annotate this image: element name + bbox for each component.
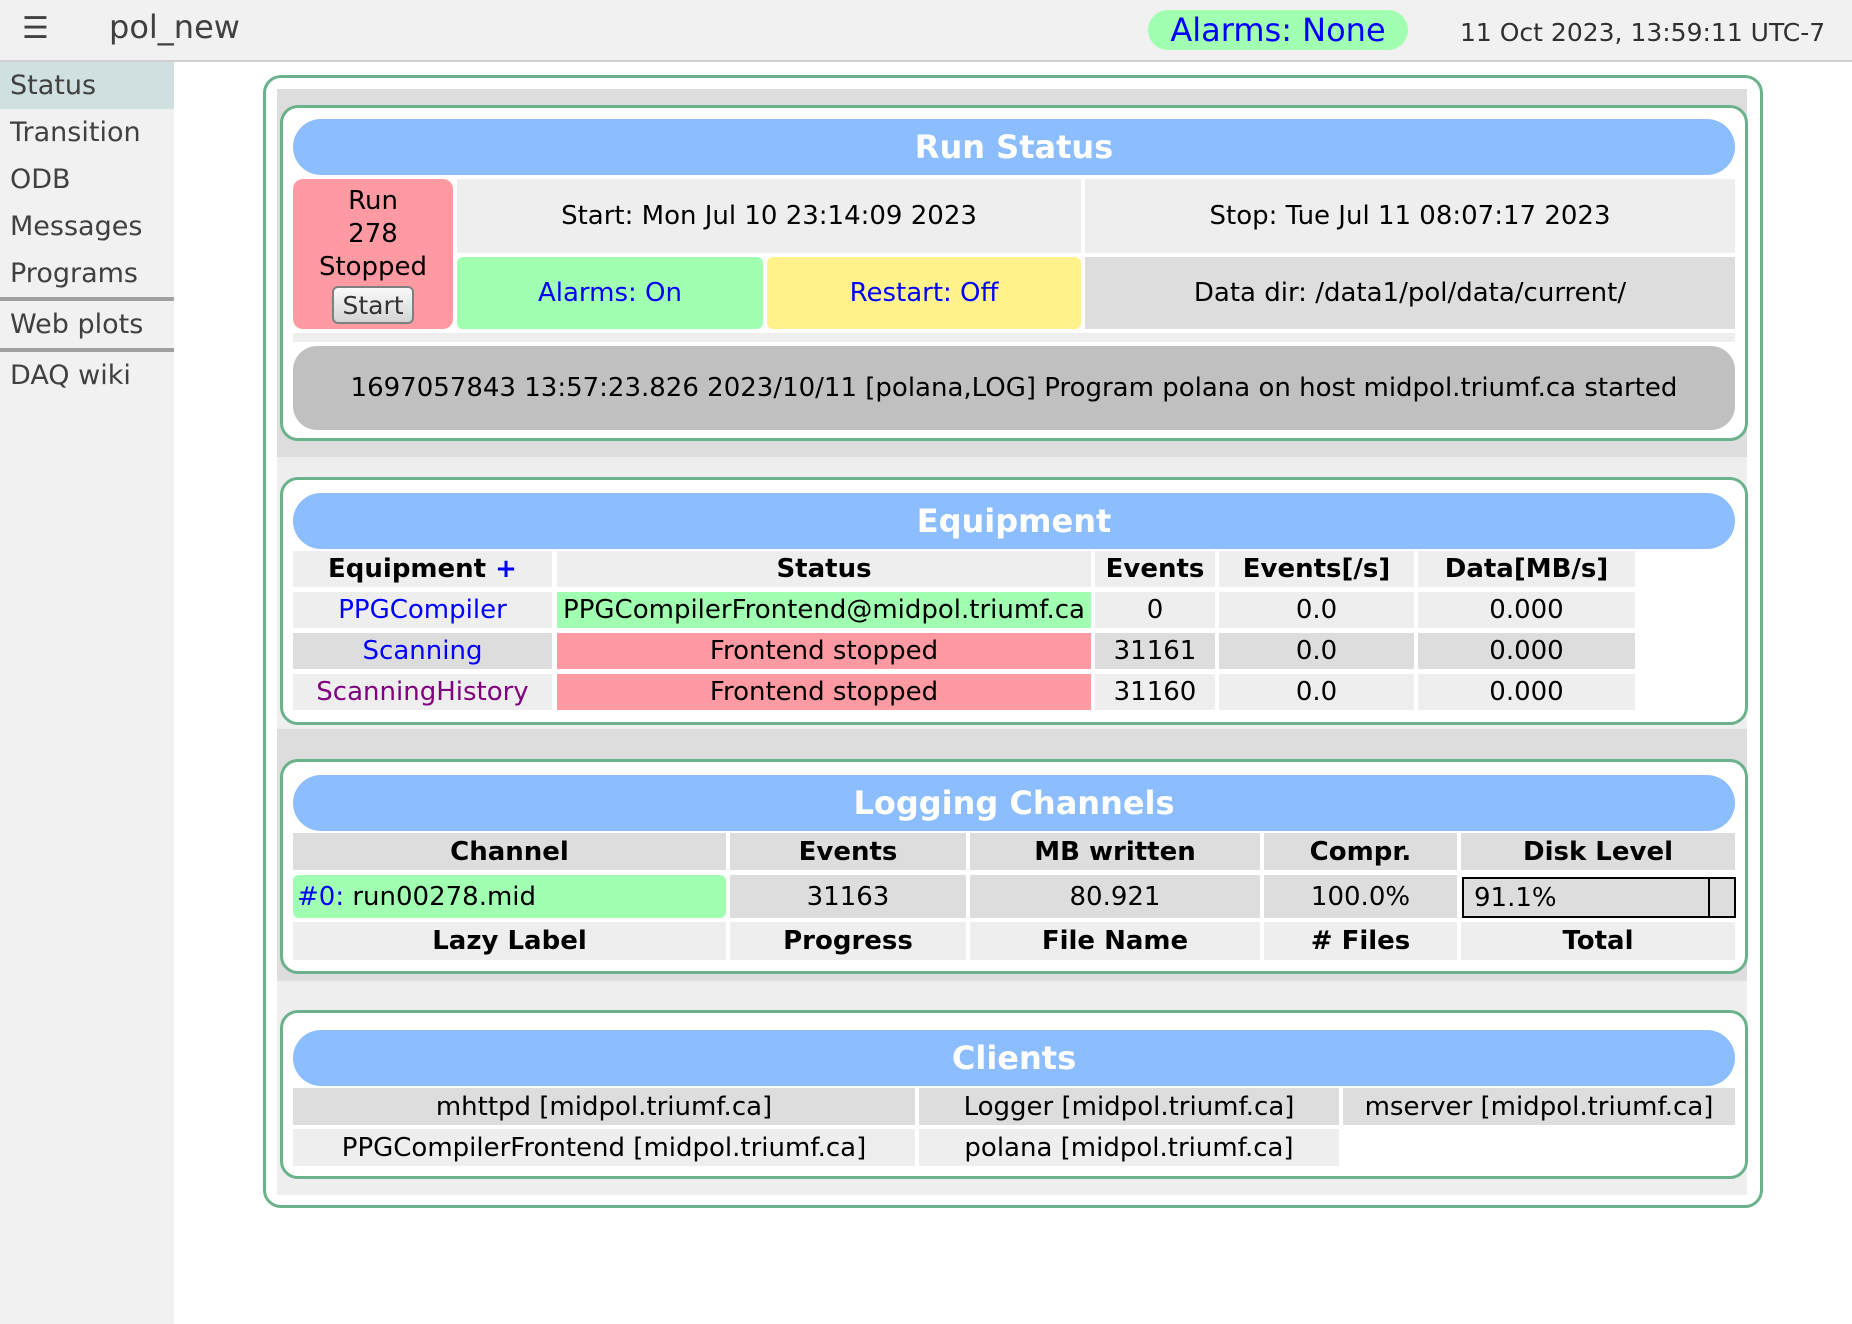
run-number: 278 — [348, 218, 398, 249]
sidebar-item-transition[interactable]: Transition — [0, 109, 174, 156]
run-start-time: Start: Mon Jul 10 23:14:09 2023 — [457, 179, 1081, 253]
channel-compression: 100.0% — [1264, 875, 1457, 918]
alarms-badge[interactable]: Alarms: None — [1148, 10, 1408, 50]
clients-title: Clients — [293, 1030, 1735, 1086]
client-item: mhttpd [midpol.triumf.ca] — [293, 1088, 915, 1125]
equipment-events: 31160 — [1095, 674, 1215, 710]
run-status-panel: Run Status Run 278 Stopped Start Start: … — [280, 105, 1748, 441]
channel-id-link[interactable]: #0: — [297, 882, 344, 912]
log-events-col-header: Events — [730, 833, 966, 870]
data-rate-col-header: Data[MB/s] — [1418, 551, 1635, 587]
disk-level-col-header: Disk Level — [1461, 833, 1735, 870]
hamburger-menu-icon[interactable]: ☰ — [22, 14, 49, 44]
mb-written-col-header: MB written — [970, 833, 1260, 870]
clients-panel: Clients mhttpd [midpol.triumf.ca] Logger… — [280, 1010, 1748, 1179]
last-message[interactable]: 1697057843 13:57:23.826 2023/10/11 [pola… — [293, 346, 1735, 430]
equipment-col-header: Equipment + — [293, 551, 552, 587]
run-status-spacer — [293, 333, 1735, 342]
total-col-header: Total — [1461, 922, 1735, 960]
equipment-data-rate: 0.000 — [1418, 674, 1635, 710]
status-col-header: Status — [557, 551, 1091, 587]
sidebar-item-web-plots[interactable]: Web plots — [0, 301, 174, 348]
data-dir: Data dir: /data1/pol/data/current/ — [1085, 257, 1735, 329]
equipment-data-rate: 0.000 — [1418, 633, 1635, 669]
restart-status-link[interactable]: Restart: Off — [767, 257, 1081, 329]
disk-level-bar: 91.1% — [1462, 877, 1736, 918]
run-state: Stopped — [318, 251, 428, 282]
equipment-status: PPGCompilerFrontend@midpol.triumf.ca — [557, 592, 1091, 628]
alarms-status-link[interactable]: Alarms: On — [457, 257, 763, 329]
run-label: Run — [348, 185, 398, 216]
equipment-status: Frontend stopped — [557, 633, 1091, 669]
disk-level-value: 91.1% — [1474, 883, 1557, 913]
add-equipment-icon[interactable]: + — [495, 554, 517, 584]
channel-cell: #0: run00278.mid — [293, 875, 726, 918]
equipment-events: 0 — [1095, 592, 1215, 628]
equipment-events-rate: 0.0 — [1219, 674, 1414, 710]
progress-col-header: Progress — [730, 922, 966, 960]
client-item: mserver [midpol.triumf.ca] — [1343, 1088, 1735, 1125]
clock: 11 Oct 2023, 13:59:11 UTC-7 — [1460, 18, 1826, 47]
start-run-button[interactable]: Start — [332, 285, 414, 324]
num-files-col-header: # Files — [1264, 922, 1457, 960]
sidebar: Status Transition ODB Messages Programs … — [0, 62, 174, 1324]
channel-col-header: Channel — [293, 833, 726, 870]
equipment-events-rate: 0.0 — [1219, 633, 1414, 669]
run-status-title: Run Status — [293, 119, 1735, 175]
client-item: Logger [midpol.triumf.ca] — [919, 1088, 1339, 1125]
sidebar-item-messages[interactable]: Messages — [0, 203, 174, 250]
equipment-events-rate: 0.0 — [1219, 592, 1414, 628]
equipment-status: Frontend stopped — [557, 674, 1091, 710]
sidebar-item-daq-wiki[interactable]: DAQ wiki — [0, 352, 174, 399]
events-col-header: Events — [1095, 551, 1215, 587]
logging-title: Logging Channels — [293, 775, 1735, 831]
run-state-cell: Run 278 Stopped Start — [293, 179, 453, 329]
channel-events: 31163 — [730, 875, 966, 918]
sidebar-item-odb[interactable]: ODB — [0, 156, 174, 203]
client-item: polana [midpol.triumf.ca] — [919, 1129, 1339, 1166]
sidebar-item-programs[interactable]: Programs — [0, 250, 174, 297]
equipment-col-label: Equipment — [328, 554, 487, 584]
equipment-title: Equipment — [293, 493, 1735, 549]
equipment-events: 31161 — [1095, 633, 1215, 669]
client-item: PPGCompilerFrontend [midpol.triumf.ca] — [293, 1129, 915, 1166]
compression-col-header: Compr. — [1264, 833, 1457, 870]
channel-mb-written: 80.921 — [970, 875, 1260, 918]
channel-file: run00278.mid — [352, 881, 537, 912]
equipment-name-link[interactable]: PPGCompiler — [293, 592, 552, 628]
top-header: ☰ pol_new Alarms: None 11 Oct 2023, 13:5… — [0, 0, 1852, 62]
equipment-data-rate: 0.000 — [1418, 592, 1635, 628]
lazy-label-col-header: Lazy Label — [293, 922, 726, 960]
sidebar-item-status[interactable]: Status — [0, 62, 174, 109]
file-name-col-header: File Name — [970, 922, 1260, 960]
logging-panel: Logging Channels Channel Events MB writt… — [280, 759, 1748, 974]
equipment-name-link[interactable]: Scanning — [293, 633, 552, 669]
events-rate-col-header: Events[/s] — [1219, 551, 1414, 587]
equipment-name-link[interactable]: ScanningHistory — [293, 674, 552, 710]
run-stop-time: Stop: Tue Jul 11 08:07:17 2023 — [1085, 179, 1735, 253]
experiment-name: pol_new — [109, 8, 240, 46]
equipment-panel: Equipment Equipment + Status Events Even… — [280, 477, 1748, 725]
